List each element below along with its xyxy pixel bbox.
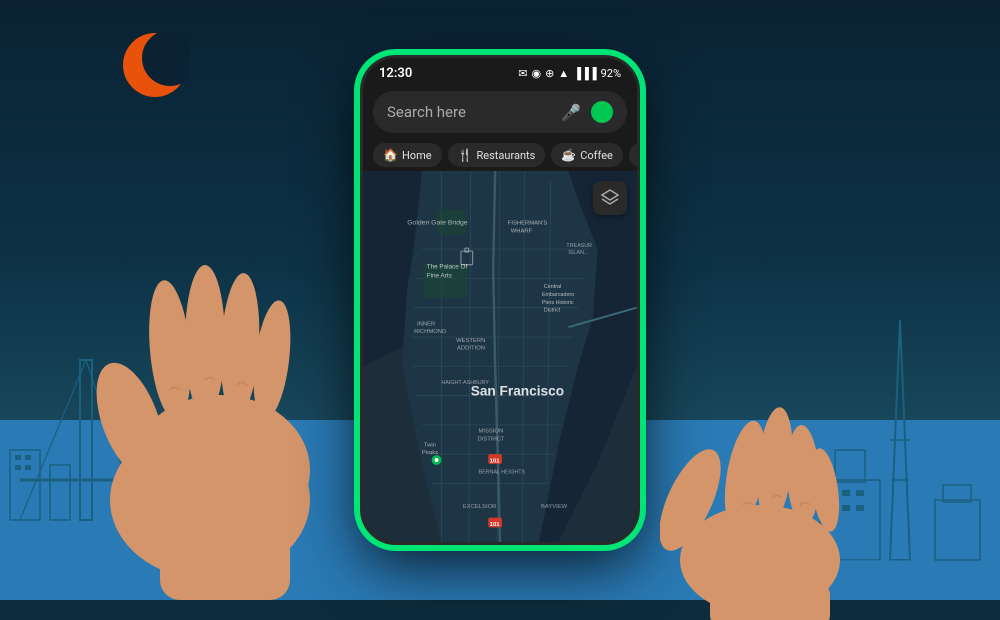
svg-text:FISHERMAN'S: FISHERMAN'S: [508, 221, 548, 227]
svg-text:MISSION: MISSION: [479, 429, 504, 435]
svg-text:Central: Central: [544, 284, 561, 290]
svg-text:EXCELSIOR: EXCELSIOR: [463, 504, 496, 510]
svg-text:HAIGHT-ASHBURY: HAIGHT-ASHBURY: [441, 380, 489, 386]
svg-text:INNER: INNER: [417, 321, 435, 327]
search-bar[interactable]: Search here 🎤: [373, 91, 627, 133]
moon: [120, 30, 190, 100]
svg-text:ISLAN...: ISLAN...: [568, 250, 588, 256]
svg-text:BERNAL HEIGHTS: BERNAL HEIGHTS: [479, 470, 526, 476]
status-icons: ✉ ◉ ⊕ ▲ ▐▐▐ 92%: [518, 67, 621, 80]
map-layer-button[interactable]: [593, 181, 627, 215]
status-time: 12:30: [379, 66, 412, 81]
search-input[interactable]: Search here: [387, 103, 551, 121]
status-bar: 12:30 ✉ ◉ ⊕ ▲ ▐▐▐ 92%: [363, 58, 637, 85]
vpn-icon: ⊕: [545, 67, 554, 80]
chip-restaurants-label: Restaurants: [477, 149, 536, 162]
svg-text:101: 101: [490, 458, 501, 464]
svg-text:WESTERN: WESTERN: [456, 338, 485, 344]
battery-text: 92%: [601, 67, 621, 80]
svg-text:RICHMOND: RICHMOND: [414, 329, 446, 335]
phone: 12:30 ✉ ◉ ⊕ ▲ ▐▐▐ 92% Search here 🎤 🏠 Ho…: [360, 55, 640, 545]
chip-home-label: Home: [402, 149, 432, 162]
chip-coffee-label: Coffee: [580, 149, 613, 162]
svg-text:ADDITION: ADDITION: [457, 346, 485, 352]
category-chips: 🏠 Home 🍴 Restaurants ☕ Coffee 🍸 B…: [363, 139, 637, 171]
svg-text:Twin: Twin: [424, 442, 436, 448]
fork-icon: 🍴: [458, 148, 473, 162]
home-icon: 🏠: [383, 148, 398, 162]
chip-coffee[interactable]: ☕ Coffee: [551, 143, 623, 167]
message-icon: ✉: [518, 67, 527, 80]
svg-text:101: 101: [490, 522, 501, 528]
map-svg: Golden Gate Bridge The Palace Of Fine Ar…: [363, 171, 637, 542]
microphone-icon[interactable]: 🎤: [561, 103, 581, 122]
chip-restaurants[interactable]: 🍴 Restaurants: [448, 143, 546, 167]
chip-bars[interactable]: 🍸 B…: [629, 143, 637, 167]
wifi-icon: ▲: [558, 67, 569, 80]
green-dot-button[interactable]: [591, 101, 613, 123]
svg-text:BAYVIEW: BAYVIEW: [541, 504, 568, 510]
svg-text:Fine Arts: Fine Arts: [427, 272, 452, 279]
signal-icon: ▐▐▐: [573, 67, 596, 80]
map-area[interactable]: Golden Gate Bridge The Palace Of Fine Ar…: [363, 171, 637, 542]
svg-text:WHARF: WHARF: [511, 229, 533, 235]
location-icon: ◉: [531, 67, 541, 80]
svg-text:Golden Gate Bridge: Golden Gate Bridge: [407, 220, 468, 227]
svg-text:DISTRICT: DISTRICT: [478, 436, 505, 442]
svg-text:Embarcadero: Embarcadero: [542, 292, 574, 298]
svg-text:Piers Historic: Piers Historic: [542, 300, 574, 306]
svg-text:TREASUR: TREASUR: [566, 243, 592, 249]
left-hand: [80, 140, 340, 600]
right-hand: [660, 340, 860, 620]
chip-home[interactable]: 🏠 Home: [373, 143, 442, 167]
coffee-icon: ☕: [561, 148, 576, 162]
svg-text:District: District: [544, 308, 561, 314]
